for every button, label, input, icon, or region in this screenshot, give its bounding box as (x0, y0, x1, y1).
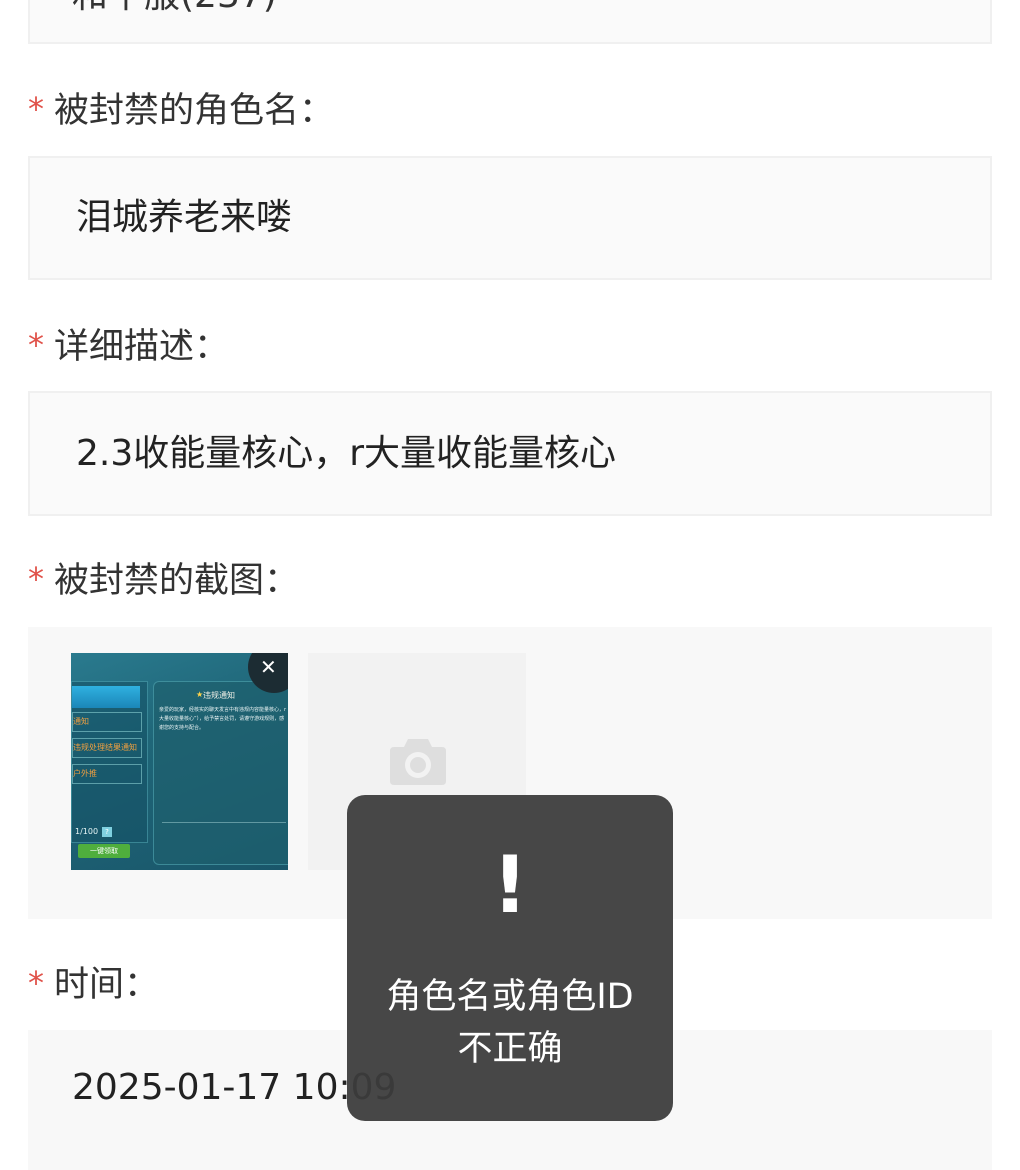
thumb-notice-divider (162, 822, 286, 823)
required-mark: * (28, 964, 44, 1002)
banned-screenshot-label: * 被封禁的截图： (28, 561, 300, 601)
required-mark: * (28, 326, 44, 364)
detail-description-label: * 详细描述： (28, 327, 230, 367)
thumb-menu-item: 通知 (72, 712, 142, 732)
banned-role-name-label-text: 被封禁的角色名： (54, 91, 335, 131)
banned-role-name-field[interactable]: 泪城养老来喽 (28, 156, 992, 280)
banned-screenshot-label-text: 被封禁的截图： (54, 561, 300, 601)
thumb-menu-item: 违规处理结果通知 (72, 738, 142, 758)
thumb-counter: 1/100 (75, 827, 99, 836)
time-label-text: 时间： (54, 965, 160, 1005)
time-label: * 时间： (28, 965, 160, 1005)
thumb-notice-panel: ★ 违规通知 亲爱的玩家，经核实的聊天发言中有违规内容能量核心，r大量收能量核心… (153, 681, 288, 865)
thumb-help-icon: ? (102, 827, 112, 837)
error-toast-message: 角色名或角色ID不正确 (386, 977, 634, 1069)
banned-role-name-label: * 被封禁的角色名： (28, 91, 335, 131)
server-field-value: 和平服(237) (72, 0, 277, 14)
detail-description-value: 2.3收能量核心，r大量收能量核心 (76, 433, 617, 474)
error-toast: ! 角色名或角色ID不正确 (347, 795, 673, 1121)
detail-description-label-text: 详细描述： (54, 327, 230, 367)
uploaded-screenshot-thumbnail[interactable]: 通知 违规处理结果通知 户外推 1/100 ? 一键领取 ★ 违规通知 亲爱的玩… (71, 653, 288, 870)
detail-description-field[interactable]: 2.3收能量核心，r大量收能量核心 (28, 391, 992, 516)
required-mark: * (28, 560, 44, 598)
thumb-claim-button: 一键领取 (78, 844, 130, 858)
camera-icon (390, 739, 446, 785)
thumb-notice-title: 违规通知 (203, 691, 235, 700)
thumb-notice-body: 亲爱的玩家，经核实的聊天发言中有违规内容能量核心，r大量收能量核心”），给予禁言… (159, 707, 287, 731)
thumb-left-panel: 通知 违规处理结果通知 户外推 (71, 681, 148, 843)
banned-role-name-value: 泪城养老来喽 (76, 197, 293, 238)
thumb-menu-item: 户外推 (72, 764, 142, 784)
exclamation-icon: ! (492, 841, 528, 931)
required-mark: * (28, 90, 44, 128)
thumb-panel-highlight (72, 686, 140, 708)
close-icon: ✕ (260, 655, 277, 679)
